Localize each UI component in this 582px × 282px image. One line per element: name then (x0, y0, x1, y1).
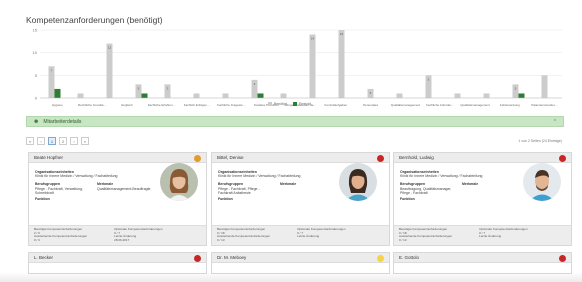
bar-erreicht (257, 93, 264, 98)
competence-bar-chart: 0510157123 341415535Hygiene Rechtliche Gru… (33, 28, 562, 107)
status-indicator (559, 255, 566, 262)
bar-erreicht (141, 93, 148, 98)
pagination: « ‹ 1 2 › » (26, 137, 89, 145)
x-tick-label: Englisch (121, 103, 133, 107)
pagination-last-button[interactable]: » (81, 137, 89, 145)
section-header-employee-details[interactable]: ☻ Mitarbeiterdetails ⌃ (26, 116, 564, 127)
bar-benoetigt (193, 93, 200, 98)
footer-value: 0 / 13 (399, 238, 407, 243)
employee-card[interactable]: Bittel, Denise Organisationseinheiten Kl… (211, 152, 390, 246)
employee-name: L. Becker (29, 253, 206, 263)
pagination-next-button[interactable]: › (70, 137, 78, 145)
x-tick-label: Fachliche Erfahrun… (148, 103, 176, 107)
users-icon: ☻ (33, 118, 40, 125)
x-tick-label: Personales (363, 103, 379, 107)
status-indicator (377, 255, 384, 262)
pagination-page-1[interactable]: 1 (48, 137, 56, 145)
bar-value-label: 15 (340, 32, 344, 36)
groups-value: Pflege - Fachkraft, Verwaltung, Schreibk… (35, 186, 83, 195)
card-footer: Benötigte Kompetenzanforderungen 2 / 6 Aus… (29, 225, 206, 245)
pagination-prev-button[interactable]: ‹ (37, 137, 45, 145)
bar-value-label: 14 (311, 37, 315, 41)
legend-item-erreicht[interactable]: Erreicht (292, 102, 311, 107)
status-indicator (194, 255, 201, 262)
status-indicator (194, 155, 201, 162)
x-tick-label: Fachliche Anforder… (426, 103, 454, 107)
employee-card[interactable]: Beate Hopfner Organisationseinheiten Kli… (28, 152, 207, 246)
bar-benoetigt (338, 30, 345, 98)
x-tick-label: Patientenorientier… (531, 103, 558, 107)
employee-name: Dr. M. Meboey (212, 253, 389, 263)
card-footer: Benötigte Kompetenzanforderungen 0 / 18 Au… (212, 225, 389, 245)
pagination-page-2[interactable]: 2 (59, 137, 67, 145)
status-indicator (377, 155, 384, 162)
employee-name: Bittel, Denise (212, 153, 389, 163)
x-tick-label: Kontrollaufgaben (324, 103, 347, 107)
groups-value: Pflege - Fachkraft, Pflege - Fachkraft A… (218, 186, 260, 195)
footer-label: Letzte Änderung (479, 234, 502, 239)
pagination-first-button[interactable]: « (26, 137, 34, 145)
card-footer: Benötigte Kompetenzanforderungen 0 / 18 Au… (394, 225, 571, 245)
x-tick-label: Qualitätsmanagement (460, 103, 490, 107)
bar-benoetigt (77, 93, 84, 98)
x-tick-label: Qualitätsmanagement (391, 103, 421, 107)
bar-benoetigt (280, 93, 287, 98)
status-indicator (559, 155, 566, 162)
x-tick-label: Fachliche Frageste… (217, 103, 246, 107)
features-label: Merkmale (462, 182, 479, 187)
employee-card[interactable]: L. Becker (28, 252, 207, 274)
y-tick-label: 10 (33, 50, 38, 55)
bar-erreicht (518, 93, 525, 98)
chart-title: Kompetenzanforderungen (benötigt) (26, 15, 163, 25)
page-edge-shadow (0, 272, 582, 282)
chevron-up-icon[interactable]: ⌃ (553, 119, 557, 125)
pagination-info: 1 von 2 Seiten (24 Einträge) (518, 139, 562, 143)
footer-value: 0 / 3 (34, 238, 40, 243)
legend-label: Benötigt (274, 102, 287, 106)
y-tick-label: 15 (33, 28, 38, 33)
footer-value: 28.06.2017 (114, 238, 130, 243)
employee-card[interactable]: Dr. M. Meboey (211, 252, 390, 274)
y-tick-label: 5 (35, 73, 38, 78)
employee-name: Beate Hopfner (29, 153, 206, 163)
x-tick-label: Fehlersenkung (500, 103, 520, 107)
x-tick-label: Rechtliche Grundla… (78, 103, 107, 107)
legend-item-benoetigt[interactable]: Benötigt (268, 102, 287, 107)
bar-value-label: 12 (108, 46, 112, 50)
chart-legend: Benötigt Erreicht (268, 102, 311, 107)
groups-value: Beauftragung, Qualitätsmanager, Pflege -… (400, 186, 452, 195)
bar-benoetigt (483, 93, 490, 98)
y-tick-label: 0 (35, 96, 38, 101)
bar-benoetigt (309, 34, 316, 98)
features-value: Qualitätsmanagement-Beauftragte (97, 186, 151, 191)
employee-card[interactable]: Bernhold, Ludwig Organisationseinheiten … (393, 152, 572, 246)
bar-benoetigt (396, 93, 403, 98)
app-window: Kompetenzanforderungen (benötigt) 0 5 10 15… (0, 0, 582, 282)
bar-benoetigt (222, 93, 229, 98)
legend-label: Erreicht (298, 102, 311, 106)
avatar (339, 163, 377, 201)
footer-value: 0 / 13 (217, 238, 225, 243)
employee-card[interactable]: E. Gottolo (393, 252, 572, 274)
bar-benoetigt (454, 93, 461, 98)
bar-benoetigt (106, 43, 113, 98)
x-tick-label: Fachlich Erfolgen... (184, 103, 210, 107)
section-title: Mitarbeiterdetails (43, 118, 82, 125)
footer-label: Letzte Änderung (297, 234, 320, 239)
bar-erreicht (54, 88, 61, 98)
x-tick-label: Hygiene (52, 103, 63, 107)
avatar (523, 163, 561, 201)
employee-name: Bernhold, Ludwig (394, 153, 571, 163)
features-label: Merkmale (280, 182, 297, 187)
employee-name: E. Gottolo (394, 253, 571, 263)
avatar (160, 163, 198, 201)
bar-benoetigt (541, 75, 548, 98)
